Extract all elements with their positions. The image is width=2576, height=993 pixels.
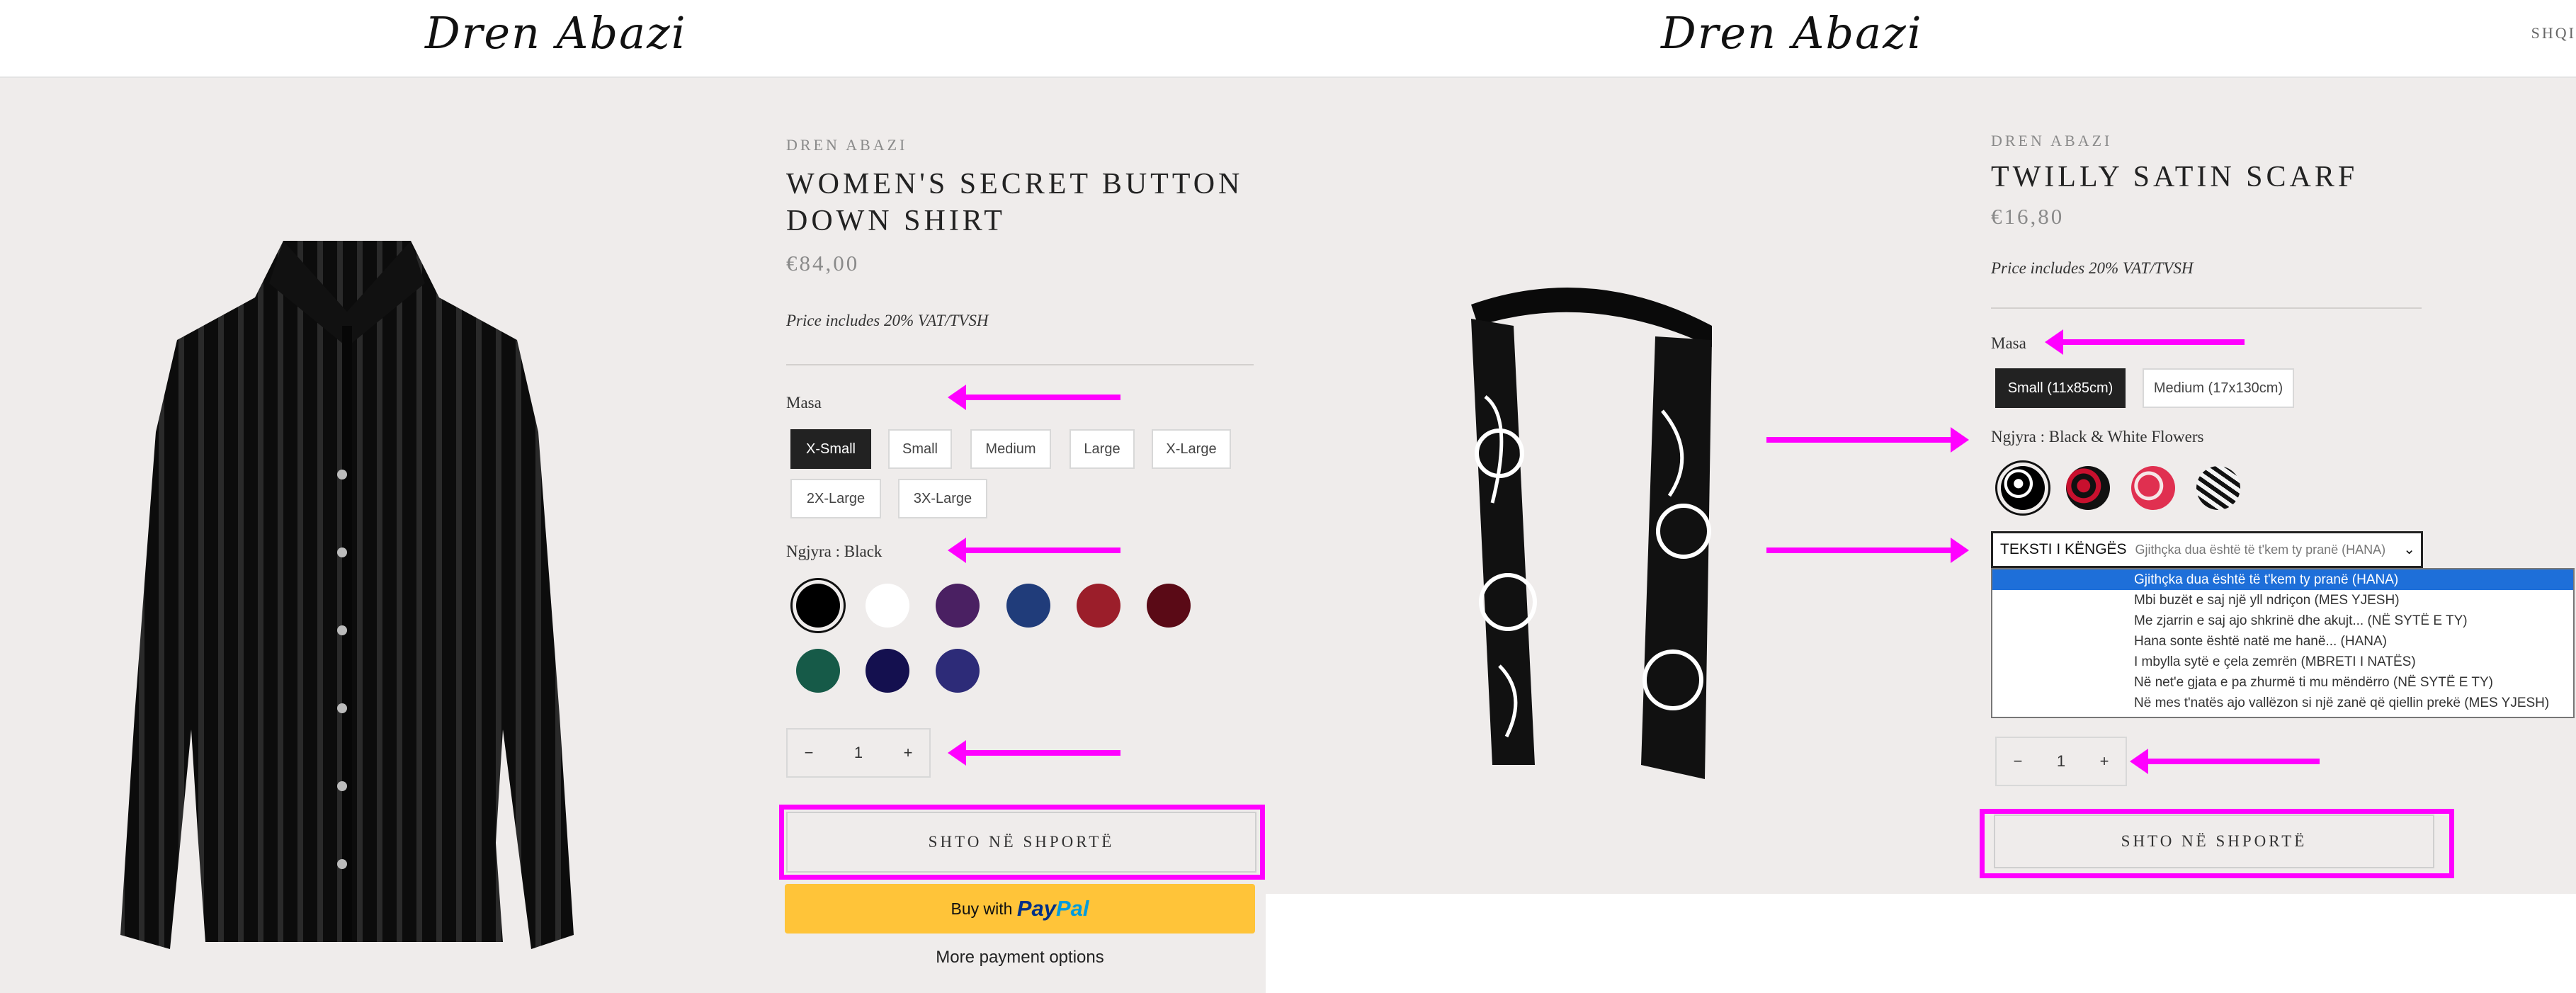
left-title-line1: WOMEN'S SECRET BUTTON — [786, 168, 1244, 200]
lyrics-select-label: TEKSTI I KËNGËS — [2000, 541, 2127, 557]
lyrics-option[interactable]: Në net'e gjata e pa zhurmë ti mu mëndërr… — [1992, 672, 2573, 693]
swatch-dot — [796, 649, 840, 693]
right-vat-note: Price includes 20% VAT/TVSH — [1991, 259, 2194, 277]
right-price: €16,80 — [1991, 204, 2065, 229]
swatch-dot — [1006, 584, 1050, 628]
left-size-arrow — [948, 385, 1120, 410]
paypal-logo-pal: Pal — [1055, 896, 1089, 921]
left-product-title: WOMEN'S SECRET BUTTON DOWN SHIRT — [786, 166, 1243, 239]
size-small[interactable]: Small — [888, 429, 952, 469]
paypal-logo-pay: Pay — [1016, 896, 1056, 921]
left-color-label: Ngjyra : Black — [786, 543, 883, 560]
left-qty-arrow — [948, 740, 1120, 766]
right-product-title: TWILLY SATIN SCARF — [1991, 161, 2359, 193]
lyrics-option[interactable]: Me zjarrin e saj ajo shkrinë dhe akujt..… — [1992, 611, 2573, 631]
size-medium[interactable]: Medium — [970, 429, 1051, 469]
chevron-down-icon: ⌄ — [2403, 540, 2415, 558]
lyrics-option[interactable]: I mbylla sytë e çela zemrën (MBRETI I NA… — [1992, 652, 2573, 672]
lyrics-select-value: Gjithçka dua është të t'kem ty pranë (HA… — [2135, 542, 2386, 557]
size-large[interactable]: Large — [1069, 429, 1135, 469]
swatch-dot — [1077, 584, 1120, 628]
left-title-line2: DOWN SHIRT — [786, 205, 1006, 237]
right-logo[interactable]: Dren Abazi — [1661, 7, 1923, 59]
swatch-burgundy[interactable] — [1141, 578, 1196, 633]
right-lyrics-arrow — [1766, 538, 1969, 563]
swatch-red-black[interactable] — [2060, 460, 2116, 516]
size-xsmall[interactable]: X-Small — [790, 429, 871, 469]
left-qty-minus-button[interactable]: − — [788, 744, 830, 762]
right-size-label: Masa — [1991, 334, 2026, 352]
left-header: Dren Abazi — [0, 0, 1266, 78]
size-3xlarge[interactable]: 3X-Large — [898, 479, 987, 518]
left-color-arrow — [948, 538, 1120, 563]
swatch-dot — [1147, 584, 1191, 628]
swatch-dot — [866, 584, 909, 628]
left-quantity-stepper: − 1 + — [786, 728, 931, 778]
right-product-panel: DREN ABAZI TWILLY SATIN SCARF €16,80 Pri… — [1266, 78, 2576, 894]
left-divider — [786, 364, 1254, 365]
right-qty-plus-button[interactable]: + — [2083, 752, 2126, 771]
lyrics-option[interactable]: Gjithçka dua është të t'kem ty pranë (HA… — [1992, 569, 2573, 590]
swatch-bw-flowers[interactable] — [1995, 460, 2050, 516]
size-small-11x85[interactable]: Small (11x85cm) — [1995, 368, 2126, 408]
swatch-black[interactable] — [790, 578, 846, 633]
paypal-prefix: Buy with — [951, 899, 1013, 918]
right-color-arrow — [1766, 427, 1969, 453]
left-qty-value[interactable]: 1 — [837, 744, 880, 762]
lyrics-option[interactable]: Mbi buzët e saj një yll ndriçon (MES YJE… — [1992, 590, 2573, 611]
left-product-panel: DREN ABAZI WOMEN'S SECRET BUTTON DOWN SH… — [0, 78, 1266, 993]
right-qty-value[interactable]: 1 — [2040, 752, 2082, 771]
nav-language-partial[interactable]: SHQI — [2531, 24, 2576, 42]
swatch-dot — [796, 584, 840, 628]
left-size-label: Masa — [786, 394, 822, 412]
swatch-navy[interactable] — [1001, 578, 1056, 633]
shirt-image — [120, 241, 574, 949]
right-qty-minus-button[interactable]: − — [1997, 752, 2039, 771]
swatch-indigo[interactable] — [930, 643, 985, 698]
swatch-dot — [936, 649, 980, 693]
left-brand: DREN ABAZI — [786, 136, 908, 154]
swatch-dot — [2196, 466, 2240, 510]
right-add-to-cart-button[interactable]: SHTO NË SHPORTË — [1994, 815, 2434, 868]
lyrics-select[interactable]: TEKSTI I KËNGËS Gjithçka dua është të t'… — [1991, 531, 2423, 568]
left-qty-plus-button[interactable]: + — [887, 744, 929, 762]
right-size-arrow — [2045, 329, 2245, 355]
swatch-green[interactable] — [790, 643, 846, 698]
paypal-button[interactable]: Buy with Pay Pal — [785, 884, 1255, 934]
right-color-label: Ngjyra : Black & White Flowers — [1991, 428, 2204, 446]
lyrics-option[interactable]: Në mes t'natës ajo vallëzon si një zanë … — [1992, 693, 2573, 713]
swatch-dot — [2131, 466, 2175, 510]
left-price: €84,00 — [786, 251, 860, 276]
swatch-red[interactable] — [1071, 578, 1126, 633]
more-payment-options-link[interactable]: More payment options — [785, 948, 1255, 968]
swatch-zebra[interactable] — [2191, 460, 2246, 516]
swatch-dot — [2001, 466, 2045, 510]
left-logo[interactable]: Dren Abazi — [425, 7, 687, 59]
size-medium-17x130[interactable]: Medium (17x130cm) — [2143, 368, 2294, 408]
swatch-dot — [866, 649, 909, 693]
swatch-midnight[interactable] — [860, 643, 915, 698]
size-2xlarge[interactable]: 2X-Large — [790, 479, 881, 518]
size-xlarge[interactable]: X-Large — [1152, 429, 1231, 469]
lyrics-dropdown-list: Gjithçka dua është të t'kem ty pranë (HA… — [1991, 568, 2575, 718]
scarf-image — [1471, 288, 1712, 779]
left-vat-note: Price includes 20% VAT/TVSH — [786, 312, 989, 329]
swatch-purple[interactable] — [930, 578, 985, 633]
right-qty-arrow — [2130, 749, 2320, 774]
swatch-dot — [936, 584, 980, 628]
lyrics-option[interactable]: Hana sonte është natë me hanë... (HANA) — [1992, 631, 2573, 652]
swatch-dot — [2066, 466, 2110, 510]
swatch-white[interactable] — [860, 578, 915, 633]
left-add-to-cart-button[interactable]: SHTO NË SHPORTË — [786, 812, 1256, 873]
right-quantity-stepper: − 1 + — [1995, 737, 2127, 786]
right-divider — [1991, 307, 2422, 309]
right-header: Dren Abazi SHQI — [1266, 0, 2576, 78]
swatch-pink-roses[interactable] — [2126, 460, 2181, 516]
right-brand: DREN ABAZI — [1991, 132, 2113, 149]
